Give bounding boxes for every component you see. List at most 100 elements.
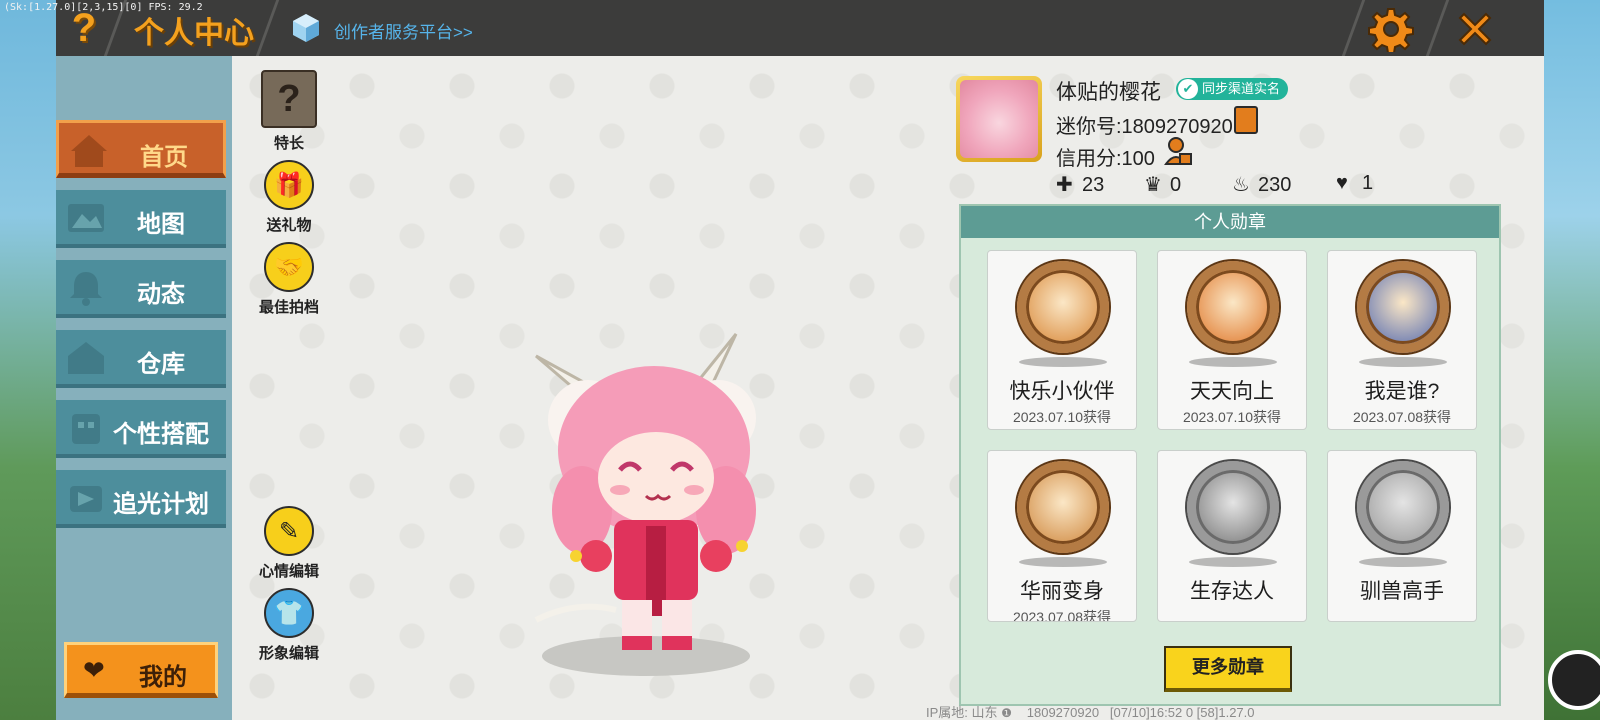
- medal-ring: [1187, 461, 1279, 553]
- best-partner-label: 最佳拍档: [258, 299, 319, 316]
- stat-likes[interactable]: ♛ 0: [1144, 172, 1181, 198]
- stat-hearts[interactable]: ♥ 1: [1336, 172, 1373, 198]
- personal-center-panel: ? 个人中心 创作者服务平台>> 首页 地图 动态 仓库 个性搭配 追光计划 ❤…: [56, 0, 1544, 720]
- credit-person-icon[interactable]: [1164, 136, 1192, 166]
- stat-hearts-value: 1: [1362, 172, 1374, 194]
- medal-card[interactable]: 驯兽高手: [1327, 450, 1477, 622]
- medal-ring: [1017, 261, 1109, 353]
- game-background-left: [0, 0, 56, 720]
- sidebar-item-feed[interactable]: 动态: [56, 260, 226, 318]
- close-icon[interactable]: [1452, 6, 1498, 52]
- more-medals-button[interactable]: 更多勋章: [1164, 646, 1292, 692]
- medal-icon: [1017, 461, 1109, 553]
- stat-follow-value: 23: [1082, 174, 1105, 196]
- mine-label: 我的: [139, 664, 187, 691]
- outfit-shirt-icon: 👕: [264, 588, 314, 638]
- game-background-right: [1544, 0, 1600, 720]
- debug-overlay: (Sk:[1.27.0][2,3,15][0] FPS: 29.2: [4, 2, 203, 13]
- fire-icon: ♨: [1232, 174, 1250, 196]
- medal-card[interactable]: 天天向上 2023.07.10获得: [1157, 250, 1307, 430]
- medal-shadow: [1189, 357, 1277, 367]
- best-partner-button[interactable]: 🤝 最佳拍档: [249, 242, 329, 317]
- footer-id: 1809270920: [1026, 705, 1100, 720]
- medal-shadow: [1359, 557, 1447, 567]
- medal-icon: [1357, 461, 1449, 553]
- trophy-icon: ♛: [1144, 174, 1162, 196]
- medal-shadow: [1359, 357, 1447, 367]
- skill-label: 特长: [273, 135, 304, 152]
- character-model[interactable]: [496, 320, 816, 680]
- copy-id-icon[interactable]: [1234, 106, 1258, 134]
- mini-id: 迷你号:1809270920: [1056, 116, 1233, 138]
- sidebar-item-label: 仓库: [137, 351, 185, 378]
- medal-icon: [1187, 461, 1279, 553]
- sidebar-item-label: 地图: [137, 211, 185, 238]
- page-title: 个人中心: [134, 17, 254, 50]
- verify-label: 同步渠道实名: [1202, 81, 1281, 96]
- skill-button[interactable]: ? 特长: [249, 70, 329, 153]
- sidebar-item-storage[interactable]: 仓库: [56, 330, 226, 388]
- header-bar: ? 个人中心 创作者服务平台>>: [56, 0, 1544, 56]
- sync-real-name-badge[interactable]: ✔ 同步渠道实名: [1176, 78, 1289, 100]
- stat-follow[interactable]: ✚ 23: [1056, 172, 1104, 198]
- avatar-edit-button[interactable]: 👕 形象编辑: [249, 588, 329, 663]
- medal-shadow: [1019, 557, 1107, 567]
- medal-icon: [1357, 261, 1449, 353]
- ip-location: IP属地: 山东: [926, 705, 998, 720]
- username: 体贴的樱花: [1056, 81, 1161, 104]
- medal-date: 2023.07.10获得: [1182, 409, 1282, 425]
- medal-date: 2023.07.08获得: [1012, 609, 1112, 622]
- medal-name: 驯兽高手: [1360, 580, 1444, 603]
- person-verify-icon: ✔: [1178, 79, 1198, 99]
- medal-name: 华丽变身: [1020, 580, 1104, 603]
- medals-title: 个人勋章: [961, 206, 1499, 238]
- footer-version: [07/10]16:52 0 [58]1.27.0: [1109, 705, 1255, 720]
- medal-icon: [1017, 261, 1109, 353]
- avatar-edit-label: 形象编辑: [258, 645, 319, 662]
- info-icon[interactable]: ❶: [1001, 706, 1023, 720]
- gift-icon: 🎁: [264, 160, 314, 210]
- sidebar-item-home[interactable]: 首页: [56, 120, 226, 178]
- heart-icon: ❤: [83, 655, 105, 685]
- floating-action-button[interactable]: [1548, 650, 1600, 710]
- mine-button[interactable]: ❤ 我的: [64, 642, 218, 698]
- medal-date: 2023.07.10获得: [1012, 409, 1112, 425]
- creator-platform-link[interactable]: 创作者服务平台>>: [334, 18, 473, 43]
- profile-avatar[interactable]: [956, 76, 1042, 162]
- medal-name: 快乐小伙伴: [1009, 380, 1115, 403]
- creator-cube-icon: [293, 14, 319, 42]
- medal-card[interactable]: 我是谁? 2023.07.08获得: [1327, 250, 1477, 430]
- medal-date: 2023.07.08获得: [1352, 409, 1452, 425]
- mood-edit-button[interactable]: ✎ 心情编辑: [249, 506, 329, 581]
- question-box-icon: ?: [261, 70, 317, 128]
- sidebar-item-label: 个性搭配: [113, 421, 209, 448]
- avatar-image: [960, 80, 1038, 158]
- settings-gear-icon[interactable]: [1368, 6, 1414, 52]
- sidebar-item-chase-light[interactable]: 追光计划: [56, 470, 226, 528]
- stat-popularity[interactable]: ♨ 230: [1232, 172, 1291, 198]
- heart-icon: ♥: [1336, 172, 1348, 194]
- medal-card[interactable]: 快乐小伙伴 2023.07.10获得: [987, 250, 1137, 430]
- stat-popularity-value: 230: [1258, 174, 1292, 196]
- medals-panel: 个人勋章 快乐小伙伴 2023.07.10获得 天天向上 2023.07.10获得 我是…: [959, 204, 1501, 706]
- sidebar-item-map[interactable]: 地图: [56, 190, 226, 248]
- sidebar-item-outfit[interactable]: 个性搭配: [56, 400, 226, 458]
- sidebar-item-label: 追光计划: [113, 491, 209, 518]
- medal-ring: [1187, 261, 1279, 353]
- send-gift-button[interactable]: 🎁 送礼物: [249, 160, 329, 235]
- header-divider: [1341, 0, 1366, 56]
- medal-card[interactable]: 华丽变身 2023.07.08获得: [987, 450, 1137, 622]
- header-divider: [255, 0, 280, 56]
- medal-icon: [1187, 261, 1279, 353]
- medal-ring: [1017, 461, 1109, 553]
- header-divider: [1425, 0, 1450, 56]
- sidebar: 首页 地图 动态 仓库 个性搭配 追光计划 ❤ 我的: [56, 56, 232, 720]
- add-friend-icon: ✚: [1056, 174, 1073, 196]
- medal-card[interactable]: 生存达人: [1157, 450, 1307, 622]
- medal-shadow: [1019, 357, 1107, 367]
- medal-name: 生存达人: [1190, 580, 1274, 603]
- sidebar-item-label: 动态: [137, 281, 185, 308]
- medal-ring: [1357, 461, 1449, 553]
- medal-shadow: [1189, 557, 1277, 567]
- stat-likes-value: 0: [1170, 174, 1182, 196]
